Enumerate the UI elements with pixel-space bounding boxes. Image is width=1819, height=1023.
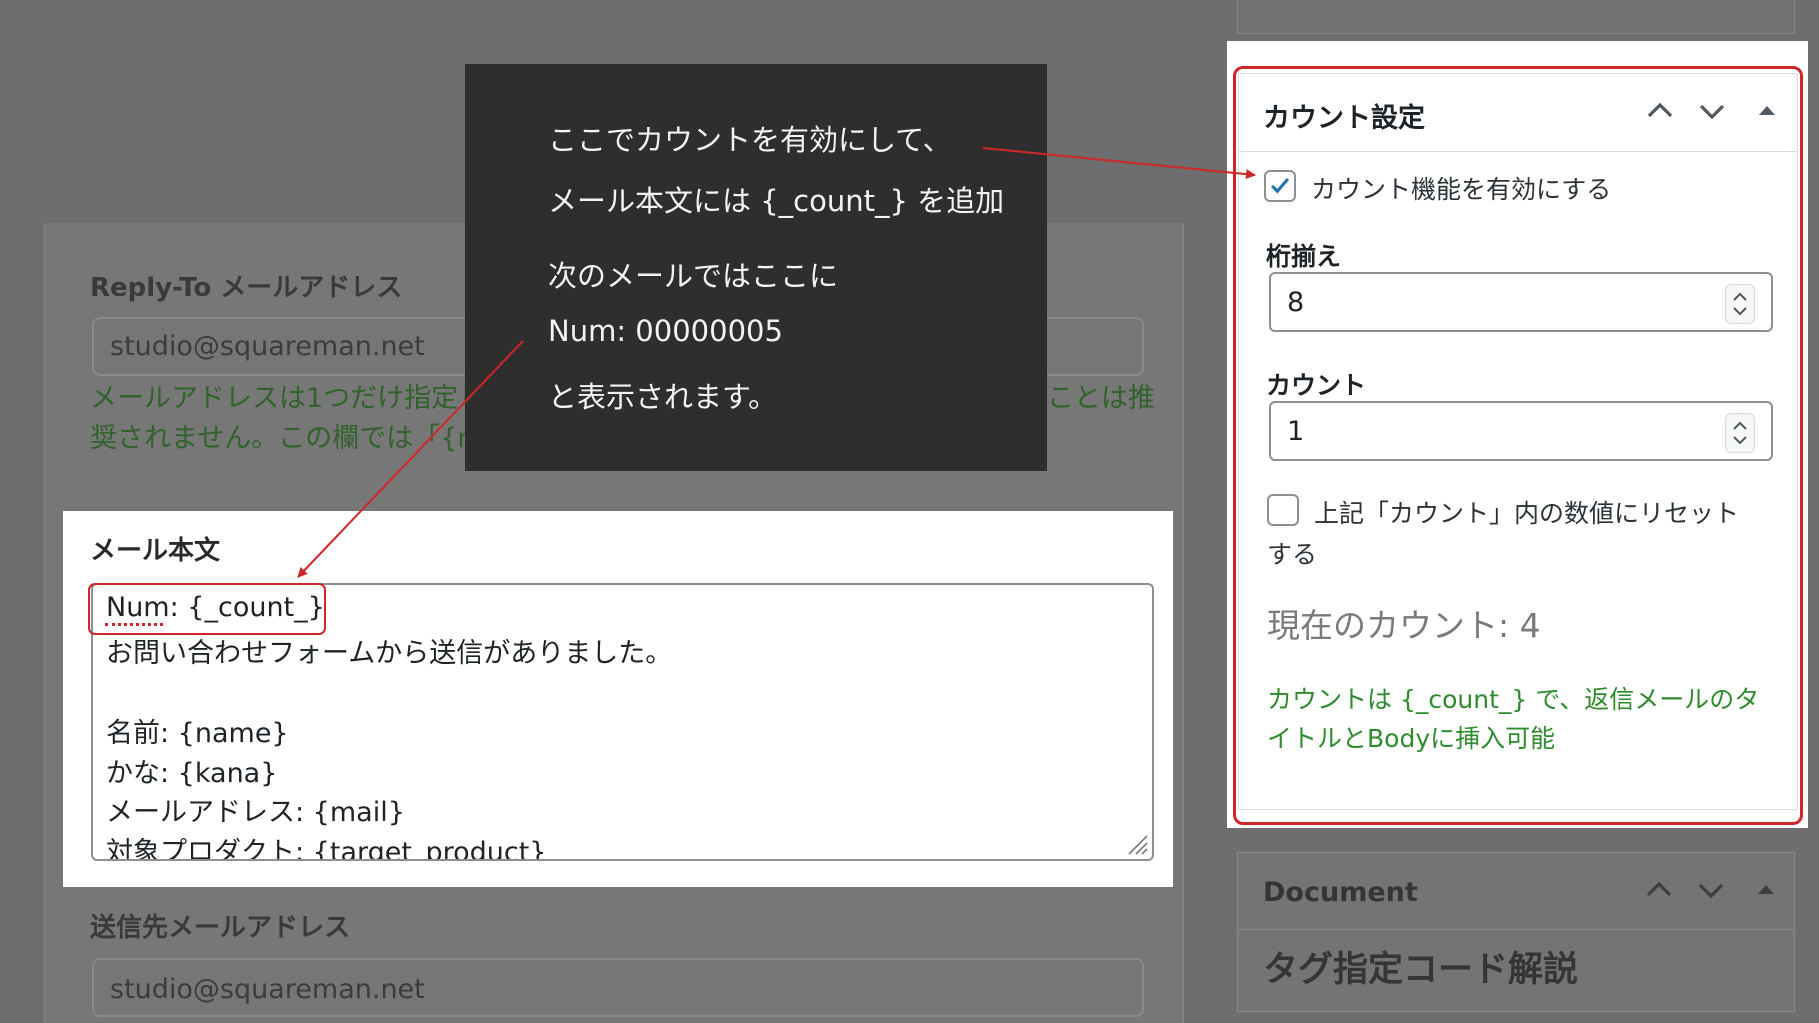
tooltip-line: と表示されます。 xyxy=(548,380,778,414)
move-down-icon[interactable] xyxy=(1694,873,1728,907)
tooltip-line: Num: 00000005 xyxy=(548,314,783,348)
textarea-line: お問い合わせフォームから送信がありました。 xyxy=(106,638,673,669)
reply-to-help-line2: 奨されません。この欄では「{ma xyxy=(90,423,468,454)
textarea-line: かな: {kana} xyxy=(106,758,278,789)
document-title: Document xyxy=(1263,877,1418,908)
reply-to-label: Reply-To メールアドレス xyxy=(90,273,403,303)
textarea-line: メールアドレス: {mail} xyxy=(106,797,405,828)
tooltip-line: メール本文には {_count_} を追加 xyxy=(548,184,1005,218)
reply-to-help-line1-end: ことは推 xyxy=(1047,383,1155,414)
count-tag-highlight xyxy=(88,583,326,635)
tooltip-line: 次のメールではここに xyxy=(548,259,839,293)
document-divider xyxy=(1238,929,1794,930)
reply-to-help-line1: メールアドレスは1つだけ指定してください。 xyxy=(90,383,470,414)
textarea-line: 名前: {name} xyxy=(106,718,289,749)
move-up-icon[interactable] xyxy=(1642,873,1676,907)
to-address-label: 送信先メールアドレス xyxy=(90,913,351,943)
collapse-toggle-icon[interactable] xyxy=(1749,873,1783,907)
resize-handle-icon[interactable] xyxy=(1125,832,1149,856)
tooltip-line: ここでカウントを有効にして、 xyxy=(548,123,952,157)
count-panel-highlight xyxy=(1233,66,1803,825)
annotation-tooltip: ここでカウントを有効にして、 メール本文には {_count_} を追加 次のメ… xyxy=(465,64,1047,471)
document-panel: Document タグ指定コード解説 xyxy=(1237,852,1795,1012)
document-heading: タグ指定コード解説 xyxy=(1263,950,1579,990)
to-address-input[interactable]: studio@squareman.net xyxy=(92,958,1144,1017)
spellcheck-underline xyxy=(105,622,163,626)
previous-panel xyxy=(1237,0,1795,34)
mail-body-label: メール本文 xyxy=(90,536,221,566)
textarea-line: 対象プロダクト: {target_product} xyxy=(106,837,547,861)
